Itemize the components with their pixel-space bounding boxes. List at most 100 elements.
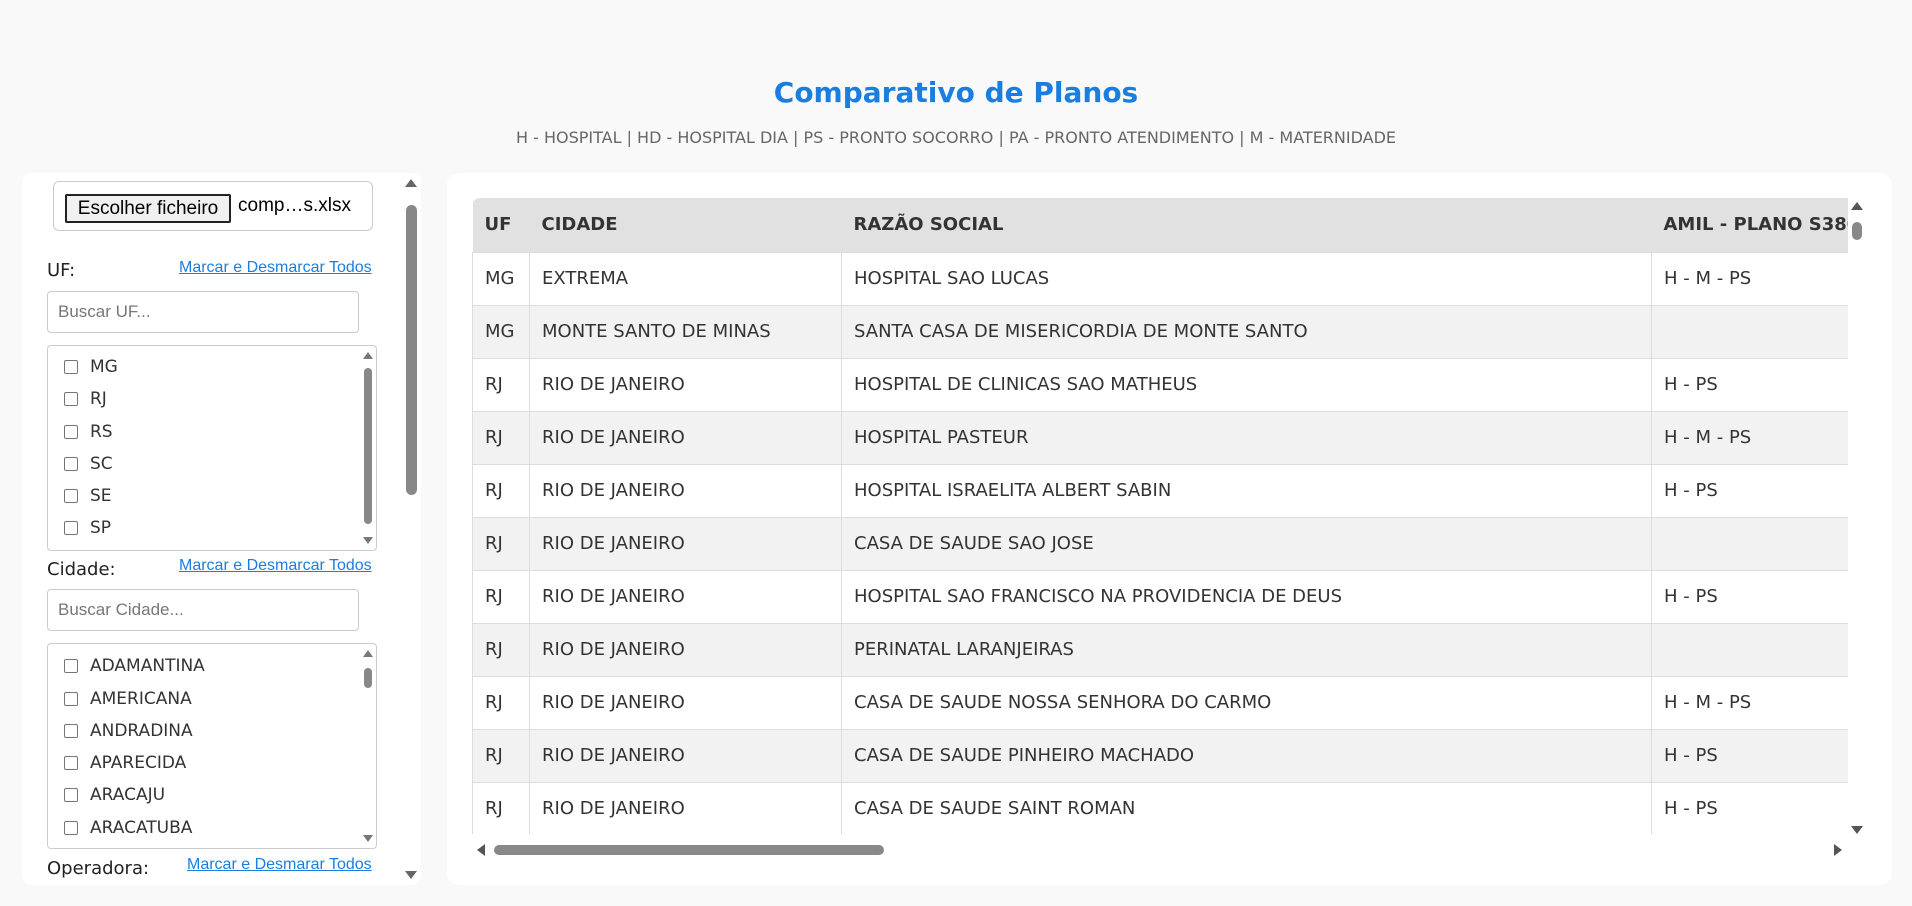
cell-cidade: EXTREMA (529, 251, 842, 306)
cell-plan: H - PS (1651, 781, 1848, 834)
cidade-list-scrollbar[interactable] (362, 648, 374, 844)
checkbox[interactable] (64, 489, 78, 503)
cell-uf: RJ (472, 675, 530, 730)
checkbox[interactable] (64, 724, 78, 738)
scroll-up-icon[interactable] (1851, 202, 1863, 210)
cell-uf: RJ (472, 781, 530, 834)
cidade-option[interactable]: ARACAJU (64, 783, 165, 807)
file-upload-box: Escolher ficheiro comp…s.xlsx (53, 181, 373, 231)
cidade-option-label: ADAMANTINA (90, 656, 205, 676)
uf-option[interactable]: SE (64, 484, 112, 508)
filter-sidebar-content: Escolher ficheiro comp…s.xlsx UF: Marcar… (22, 173, 402, 885)
results-table: UF CIDADE RAZÃO SOCIAL AMIL - PLANO S380… (472, 198, 1848, 834)
legend-text: H - HOSPITAL | HD - HOSPITAL DIA | PS - … (515, 128, 1397, 147)
checkbox[interactable] (64, 692, 78, 706)
table-header-row: UF CIDADE RAZÃO SOCIAL AMIL - PLANO S380 (472, 198, 1848, 252)
cell-cidade: RIO DE JANEIRO (529, 622, 842, 677)
checkbox[interactable] (64, 788, 78, 802)
checkbox[interactable] (64, 425, 78, 439)
uf-search-input[interactable] (47, 291, 359, 333)
scroll-thumb[interactable] (1852, 222, 1862, 240)
checkbox[interactable] (64, 521, 78, 535)
uf-option[interactable]: RS (64, 420, 113, 444)
results-table-viewport: UF CIDADE RAZÃO SOCIAL AMIL - PLANO S380… (472, 198, 1848, 834)
cell-plan: H - M - PS (1651, 410, 1848, 465)
cidade-label: Cidade: (47, 559, 116, 580)
cell-uf: RJ (472, 410, 530, 465)
page-title: Comparativo de Planos (773, 76, 1139, 109)
checkbox[interactable] (64, 360, 78, 374)
scroll-down-icon[interactable] (363, 537, 373, 544)
filter-sidebar: Escolher ficheiro comp…s.xlsx UF: Marcar… (22, 173, 421, 885)
table-horizontal-scrollbar[interactable] (472, 840, 1848, 860)
cell-uf: MG (472, 304, 530, 359)
cell-cidade: RIO DE JANEIRO (529, 569, 842, 624)
uf-option-label: SC (90, 454, 113, 474)
cell-plan: H - PS (1651, 357, 1848, 412)
cell-razao-social: CASA DE SAUDE SAINT ROMAN (841, 781, 1652, 834)
cell-cidade: RIO DE JANEIRO (529, 463, 842, 518)
cidade-option-label: ARACATUBA (90, 818, 193, 838)
cidade-option[interactable]: ADAMANTINA (64, 654, 205, 678)
cell-plan: H - M - PS (1651, 251, 1848, 306)
cell-uf: RJ (472, 569, 530, 624)
checkbox[interactable] (64, 457, 78, 471)
cidade-option[interactable]: APARECIDA (64, 751, 186, 775)
operadora-label: Operadora: (47, 858, 150, 879)
cidade-option[interactable]: ANDRADINA (64, 719, 193, 743)
uf-option[interactable]: SC (64, 452, 113, 476)
cell-razao-social: SANTA CASA DE MISERICORDIA DE MONTE SANT… (841, 304, 1652, 359)
choose-file-button[interactable]: Escolher ficheiro (65, 194, 231, 223)
scroll-thumb[interactable] (364, 668, 372, 688)
cidade-option[interactable]: ARACATUBA (64, 816, 192, 840)
sidebar-scrollbar[interactable] (402, 173, 421, 885)
cell-plan: H - PS (1651, 463, 1848, 518)
uf-option-label: RJ (90, 389, 107, 409)
scroll-down-icon[interactable] (1851, 826, 1863, 834)
scroll-up-icon[interactable] (405, 179, 417, 187)
uf-option[interactable]: MG (64, 355, 118, 379)
cell-cidade: RIO DE JANEIRO (529, 516, 842, 571)
uf-label: UF: (47, 260, 76, 281)
uf-option[interactable]: SP (64, 516, 111, 540)
uf-list-scrollbar[interactable] (362, 350, 374, 546)
uf-option[interactable]: RJ (64, 387, 107, 411)
uf-toggle-all-link[interactable]: Marcar e Desmarcar Todos (179, 259, 372, 277)
cidade-search-input[interactable] (47, 589, 359, 631)
operadora-toggle-all-link[interactable]: Marcar e Desmarar Todos (187, 856, 372, 874)
column-header-cidade[interactable]: CIDADE (529, 198, 842, 252)
scroll-down-icon[interactable] (363, 835, 373, 842)
cell-uf: RJ (472, 728, 530, 783)
cidade-option-label: AMERICANA (90, 689, 192, 709)
column-header-razao-social[interactable]: RAZÃO SOCIAL (841, 198, 1652, 252)
cell-uf: RJ (472, 357, 530, 412)
scroll-right-icon[interactable] (1834, 844, 1842, 856)
cell-cidade: RIO DE JANEIRO (529, 728, 842, 783)
cell-plan: H - PS (1651, 569, 1848, 624)
scroll-left-icon[interactable] (477, 844, 485, 856)
column-header-uf[interactable]: UF (472, 198, 530, 252)
column-header-plan[interactable]: AMIL - PLANO S380 (1651, 198, 1848, 252)
cell-cidade: RIO DE JANEIRO (529, 357, 842, 412)
cidade-toggle-all-link[interactable]: Marcar e Desmarcar Todos (179, 557, 372, 575)
table-row: RJ RIO DE JANEIRO HOSPITAL PASTEUR H - M - … (472, 410, 1848, 465)
checkbox[interactable] (64, 821, 78, 835)
scroll-down-icon[interactable] (405, 871, 417, 879)
table-row: RJ RIO DE JANEIRO HOSPITAL SAO FRANCISCO N… (472, 569, 1848, 624)
cidade-option-label: ANDRADINA (90, 721, 193, 741)
cell-razao-social: CASA DE SAUDE PINHEIRO MACHADO (841, 728, 1652, 783)
table-row: MG MONTE SANTO DE MINAS SANTA CASA DE MISE… (472, 304, 1848, 359)
cidade-option[interactable]: AMERICANA (64, 687, 192, 711)
cell-plan (1651, 304, 1848, 359)
cell-cidade: RIO DE JANEIRO (529, 781, 842, 834)
scroll-up-icon[interactable] (363, 352, 373, 359)
scroll-thumb[interactable] (494, 845, 884, 855)
scroll-up-icon[interactable] (363, 650, 373, 657)
table-vertical-scrollbar[interactable] (1849, 198, 1865, 838)
checkbox[interactable] (64, 659, 78, 673)
checkbox[interactable] (64, 392, 78, 406)
scroll-thumb[interactable] (364, 368, 372, 524)
scroll-thumb[interactable] (406, 205, 417, 495)
uf-checkbox-list: MG RJ RS SC SE SP (47, 345, 377, 551)
checkbox[interactable] (64, 756, 78, 770)
